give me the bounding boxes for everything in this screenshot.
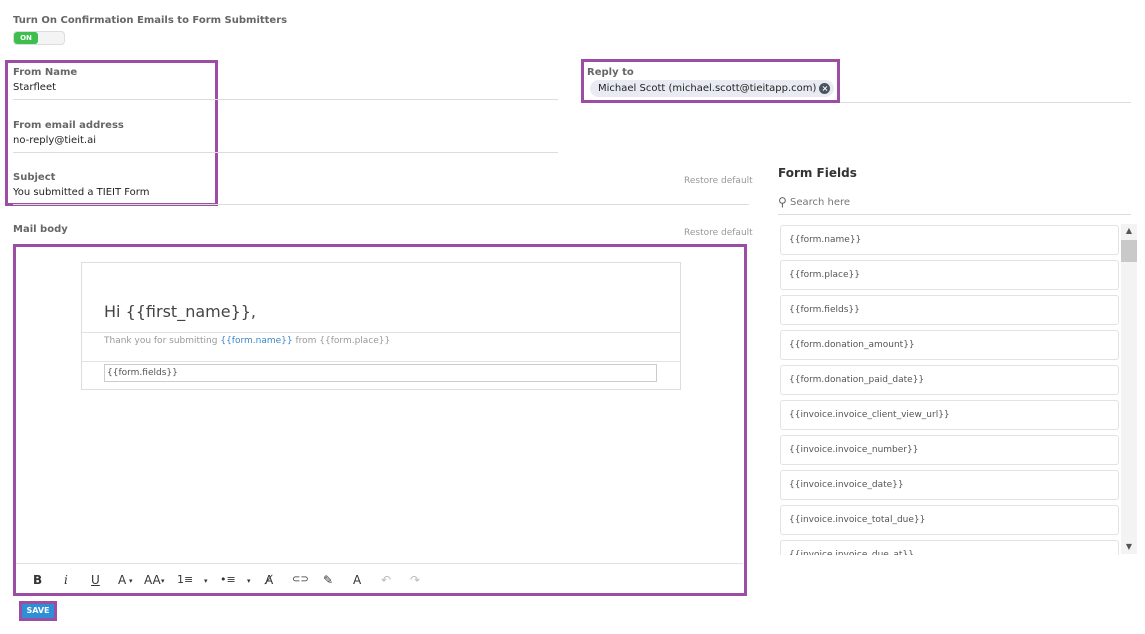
from-name-underline (13, 99, 558, 100)
from-name-input[interactable]: Starfleet (13, 82, 553, 93)
form-fields-token-box: {{form.fields}} (104, 364, 657, 382)
subject-input[interactable]: You submitted a TIEIT Form (13, 187, 553, 198)
font-color-button[interactable]: A (118, 573, 126, 587)
toggle-on-label: ON (14, 32, 38, 44)
mail-body-label: Mail body (13, 224, 68, 235)
from-email-input[interactable]: no-reply@tieit.ai (13, 135, 553, 146)
form-field-item[interactable]: {{invoice.invoice_number}} (780, 435, 1119, 465)
form-field-item[interactable]: {{form.donation_paid_date}} (780, 365, 1119, 395)
form-field-item[interactable]: {{form.donation_amount}} (780, 330, 1119, 360)
subject-underline (13, 204, 749, 205)
from-name-label: From Name (13, 67, 78, 78)
font-size-button[interactable]: AA (144, 573, 161, 587)
form-field-item[interactable]: {{invoice.invoice_client_view_url}} (780, 400, 1119, 430)
fill-color-icon[interactable]: A (353, 573, 361, 587)
thanks-prefix: Thank you for submitting (104, 336, 221, 346)
form-field-item[interactable]: {{form.place}} (780, 260, 1119, 290)
clear-format-button[interactable]: A̸ (265, 573, 273, 587)
reply-to-underline (840, 102, 1131, 103)
chevron-down-icon[interactable]: ▾ (204, 574, 208, 588)
search-input[interactable] (790, 194, 1128, 210)
redo-icon[interactable]: ↷ (410, 573, 420, 587)
form-name-token: {{form.name}} (220, 336, 293, 346)
highlight-icon[interactable]: ✎ (323, 573, 333, 587)
scroll-down-icon[interactable]: ▼ (1121, 542, 1137, 551)
link-icon[interactable]: ⊂⊃ (292, 573, 309, 587)
email-template-card[interactable]: Hi {{first_name}}, Thank you for submitt… (81, 262, 681, 390)
reply-to-chip-text: Michael Scott (michael.scott@tieitapp.co… (598, 83, 817, 94)
form-field-item[interactable]: {{invoice.invoice_total_due}} (780, 505, 1119, 535)
confirmation-toggle[interactable]: ON (13, 31, 65, 45)
underline-button[interactable]: U (91, 573, 100, 587)
form-field-item[interactable]: {{form.name}} (780, 225, 1119, 255)
form-field-item[interactable]: {{form.fields}} (780, 295, 1119, 325)
remove-chip-icon[interactable]: × (819, 83, 831, 94)
mail-body-restore-default-link[interactable]: Restore default (684, 228, 753, 238)
editor-toolbar: B i U A ▾ AA ▾ 1≡ ▾ •≡ ▾ A̸ ⊂⊃ ✎ A ↶ ↷ (16, 563, 743, 593)
search-underline (778, 214, 1131, 215)
scroll-up-icon[interactable]: ▲ (1121, 226, 1137, 235)
ordered-list-button[interactable]: 1≡ (177, 573, 193, 587)
thanks-suffix: from {{form.place}} (292, 336, 391, 346)
reply-to-chip[interactable]: Michael Scott (michael.scott@tieitapp.co… (590, 80, 835, 97)
chevron-down-icon[interactable]: ▾ (247, 574, 251, 588)
form-fields-title: Form Fields (778, 166, 857, 180)
confirmation-title: Turn On Confirmation Emails to Form Subm… (13, 15, 288, 26)
from-email-underline (13, 152, 558, 153)
thanks-line: Thank you for submitting {{form.name}} f… (104, 336, 390, 346)
form-field-item[interactable]: {{invoice.invoice_date}} (780, 470, 1119, 500)
bold-button[interactable]: B (33, 573, 42, 587)
search-icon: ⚲ (778, 195, 787, 209)
greeting-text: Hi {{first_name}}, (104, 302, 257, 321)
undo-icon[interactable]: ↶ (381, 573, 391, 587)
subject-label: Subject (13, 172, 56, 183)
from-email-label: From email address (13, 120, 124, 131)
chevron-down-icon[interactable]: ▾ (129, 574, 133, 588)
bullet-list-button[interactable]: •≡ (220, 573, 236, 587)
reply-to-label: Reply to (587, 67, 634, 78)
form-fields-scrollbar[interactable] (1121, 224, 1137, 554)
form-field-item[interactable]: {{invoice.invoice_due_at}} (780, 540, 1119, 555)
subject-restore-default-link[interactable]: Restore default (684, 176, 753, 186)
scrollbar-thumb[interactable] (1121, 240, 1137, 262)
save-button[interactable]: SAVE (19, 601, 57, 621)
italic-button[interactable]: i (64, 573, 68, 587)
chevron-down-icon[interactable]: ▾ (161, 574, 165, 588)
